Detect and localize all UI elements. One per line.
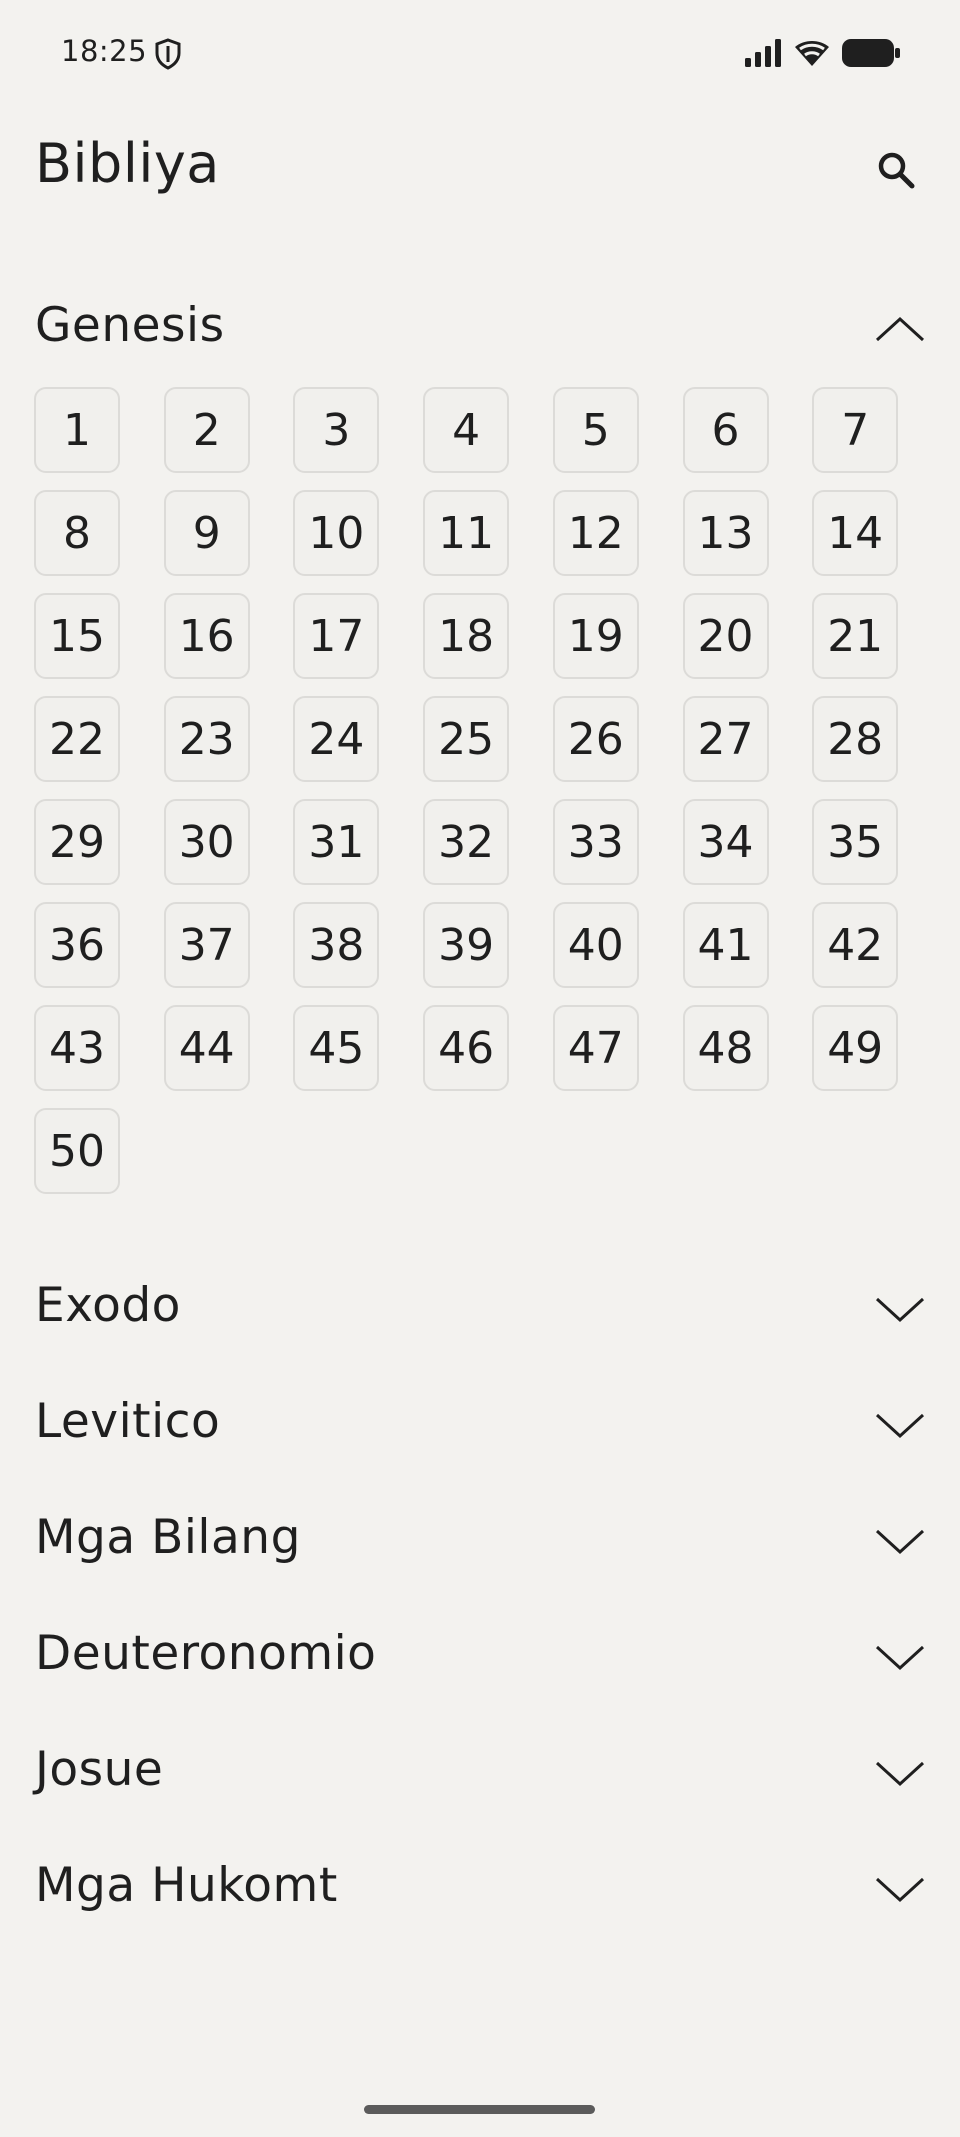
chapter-button[interactable]: 10 <box>293 490 380 576</box>
chapter-button[interactable]: 1 <box>34 387 120 473</box>
chapter-button[interactable]: 19 <box>552 593 639 679</box>
chapter-button[interactable]: 5 <box>552 387 639 473</box>
chapter-button[interactable]: 20 <box>682 593 769 679</box>
book-name: Mga Bilang <box>35 1510 301 1565</box>
chapter-button[interactable]: 41 <box>682 902 769 988</box>
book-name: Genesis <box>35 298 225 353</box>
book-deuteronomio: Deuteronomio <box>0 1608 960 1724</box>
chapter-button[interactable]: 31 <box>293 799 380 885</box>
book-mga-hukomt: Mga Hukomt <box>0 1840 960 1956</box>
chapter-button[interactable]: 13 <box>682 490 769 576</box>
book-header-josue[interactable]: Josue <box>0 1724 960 1840</box>
chevron-down-icon <box>875 1413 925 1439</box>
wifi-icon <box>795 41 829 66</box>
chapter-button[interactable]: 7 <box>812 387 899 473</box>
book-name: Josue <box>35 1742 164 1797</box>
chapter-button[interactable]: 3 <box>293 387 380 473</box>
chevron-down-icon <box>875 1877 925 1903</box>
book-header-mga-bilang[interactable]: Mga Bilang <box>0 1492 960 1608</box>
chapter-button[interactable]: 14 <box>812 490 899 576</box>
chapter-button[interactable]: 17 <box>293 593 380 679</box>
chapter-button[interactable]: 6 <box>682 387 769 473</box>
screen: 18:25 Bibliya Genesis 1 2 3 4 5 6 7 8 9 … <box>0 0 960 2137</box>
chapter-button[interactable]: 34 <box>682 799 769 885</box>
chapter-button[interactable]: 46 <box>423 1005 510 1091</box>
chapter-button[interactable]: 48 <box>682 1005 769 1091</box>
book-header-exodo[interactable]: Exodo <box>0 1260 960 1376</box>
chapter-button[interactable]: 29 <box>34 799 120 885</box>
chevron-down-icon <box>875 1761 925 1787</box>
chapter-button[interactable]: 43 <box>34 1005 120 1091</box>
chevron-down-icon <box>875 1529 925 1555</box>
chapter-button[interactable]: 40 <box>552 902 639 988</box>
book-name: Deuteronomio <box>35 1626 377 1681</box>
chapter-button[interactable]: 12 <box>552 490 639 576</box>
chapter-button[interactable]: 45 <box>293 1005 380 1091</box>
chapter-button[interactable]: 36 <box>34 902 120 988</box>
chapter-grid: 1 2 3 4 5 6 7 8 9 10 11 12 13 14 15 16 17 18 19 20 21 22 23 24 2… <box>0 380 960 1260</box>
chapter-button[interactable]: 30 <box>163 799 250 885</box>
chapter-button[interactable]: 27 <box>682 696 769 782</box>
chapter-button[interactable]: 37 <box>163 902 250 988</box>
book-genesis: Genesis 1 2 3 4 5 6 7 8 9 10 11 12 13 14 15 16 17 18 19 20 2… <box>0 280 960 1260</box>
book-levitico: Levitico <box>0 1376 960 1492</box>
home-indicator[interactable] <box>364 2105 595 2114</box>
book-exodo: Exodo <box>0 1260 960 1376</box>
chapter-button[interactable]: 33 <box>552 799 639 885</box>
chapter-button[interactable]: 28 <box>812 696 899 782</box>
status-time: 18:25 <box>61 34 148 68</box>
chapter-button[interactable]: 2 <box>163 387 250 473</box>
search-button[interactable] <box>868 142 924 198</box>
book-josue: Josue <box>0 1724 960 1840</box>
chevron-up-icon <box>875 316 925 342</box>
chapter-button[interactable]: 24 <box>293 696 380 782</box>
book-name: Levitico <box>35 1394 221 1449</box>
chapter-button[interactable]: 38 <box>293 902 380 988</box>
page-title: Bibliya <box>35 132 220 195</box>
chapter-button[interactable]: 8 <box>34 490 120 576</box>
chapter-button[interactable]: 26 <box>552 696 639 782</box>
chapter-button[interactable]: 50 <box>34 1108 120 1194</box>
chapter-button[interactable]: 18 <box>423 593 510 679</box>
book-header-deuteronomio[interactable]: Deuteronomio <box>0 1608 960 1724</box>
chapter-button[interactable]: 16 <box>163 593 250 679</box>
chevron-down-icon <box>875 1297 925 1323</box>
chevron-down-icon <box>875 1645 925 1671</box>
book-list: Genesis 1 2 3 4 5 6 7 8 9 10 11 12 13 14 15 16 17 18 19 20 2… <box>0 280 960 1956</box>
chapter-button[interactable]: 32 <box>423 799 510 885</box>
chapter-button[interactable]: 4 <box>423 387 510 473</box>
chapter-button[interactable]: 23 <box>163 696 250 782</box>
chapter-button[interactable]: 39 <box>423 902 510 988</box>
chapter-button[interactable]: 11 <box>423 490 510 576</box>
chapter-button[interactable]: 42 <box>812 902 899 988</box>
shield-icon <box>155 38 181 70</box>
chapter-button[interactable]: 15 <box>34 593 120 679</box>
chapter-button[interactable]: 9 <box>163 490 250 576</box>
chapter-button[interactable]: 44 <box>163 1005 250 1091</box>
book-header-genesis[interactable]: Genesis <box>0 280 960 380</box>
search-icon <box>878 152 915 189</box>
book-header-mga-hukomt[interactable]: Mga Hukomt <box>0 1840 960 1956</box>
chapter-button[interactable]: 25 <box>423 696 510 782</box>
book-mga-bilang: Mga Bilang <box>0 1492 960 1608</box>
chapter-button[interactable]: 49 <box>812 1005 899 1091</box>
signal-icon <box>745 39 781 67</box>
chapter-button[interactable]: 22 <box>34 696 120 782</box>
app-bar: Bibliya <box>0 120 960 220</box>
book-name: Mga Hukomt <box>35 1858 338 1913</box>
battery-icon <box>842 39 900 67</box>
status-bar: 18:25 <box>0 0 960 110</box>
chapter-button[interactable]: 35 <box>812 799 899 885</box>
chapter-button[interactable]: 47 <box>552 1005 639 1091</box>
chapter-button[interactable]: 21 <box>812 593 899 679</box>
book-name: Exodo <box>35 1278 181 1333</box>
book-header-levitico[interactable]: Levitico <box>0 1376 960 1492</box>
